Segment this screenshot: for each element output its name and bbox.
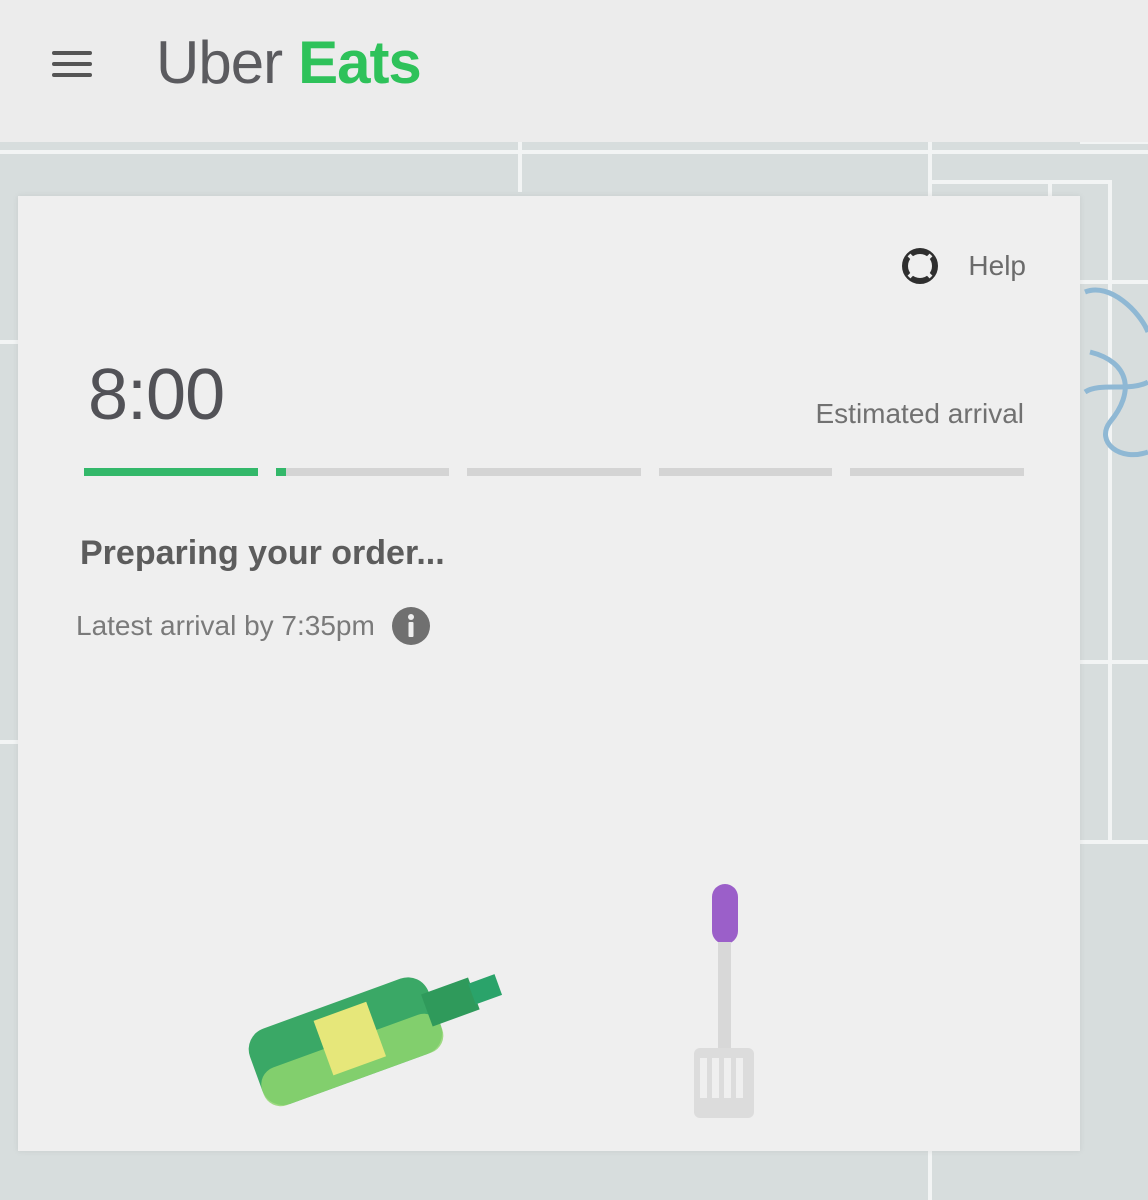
top-bar: Uber Eats — [0, 0, 1148, 142]
info-icon[interactable] — [391, 606, 431, 646]
uber-eats-logo[interactable]: Uber Eats — [156, 28, 422, 98]
eta-label: Estimated arrival — [815, 398, 1024, 429]
logo-eats-text: Eats — [298, 29, 422, 96]
progress-step-1 — [84, 468, 258, 476]
progress-step-4 — [658, 468, 833, 476]
help-label: Help — [968, 250, 1026, 281]
latest-arrival-row: Latest arrival by 7:35pm — [76, 606, 431, 646]
eta-time: 8:00 — [88, 355, 225, 435]
spatula-icon — [694, 884, 754, 1118]
order-progress-bar — [84, 468, 1024, 476]
cooking-illustration — [248, 884, 754, 1118]
progress-step-3 — [467, 468, 641, 476]
oil-bottle-icon — [248, 974, 503, 1107]
lifebuoy-icon — [902, 248, 939, 284]
progress-step-5 — [850, 468, 1024, 476]
logo-uber-text: Uber — [156, 29, 283, 96]
order-tracker-card: Help 8:00 Estimated arrival Preparing yo… — [18, 196, 1080, 1151]
help-button[interactable]: Help — [902, 248, 1026, 284]
latest-arrival-text: Latest arrival by 7:35pm — [76, 610, 375, 641]
order-status-text: Preparing your order... — [80, 534, 445, 572]
progress-step-2 — [275, 468, 450, 476]
hamburger-menu-icon[interactable] — [52, 48, 94, 80]
